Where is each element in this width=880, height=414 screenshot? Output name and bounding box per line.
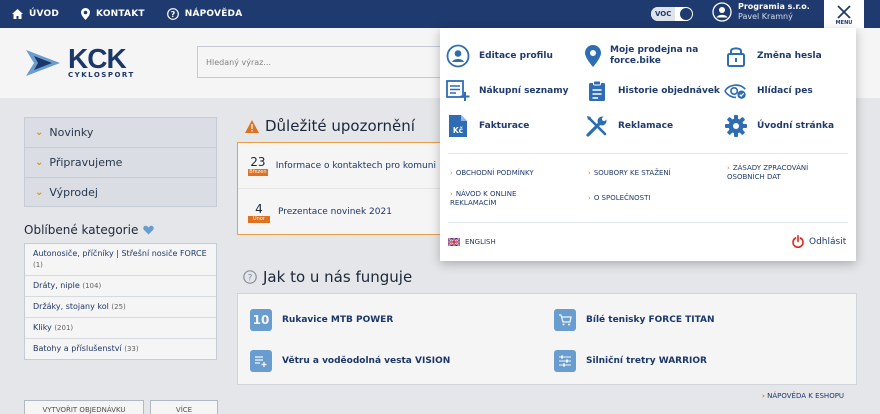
user-avatar-icon xyxy=(712,2,732,22)
eye-icon xyxy=(724,79,748,103)
menu-item-edit-profile[interactable]: Editace profilu xyxy=(446,44,553,68)
menu-item-label: Nákupní seznamy xyxy=(479,85,569,96)
menu-item-label: Úvodní stránka xyxy=(757,120,835,131)
home-link[interactable]: ÚVOD xyxy=(12,9,59,19)
svg-text:?: ? xyxy=(170,10,175,19)
menu-item-order-history[interactable]: Historie objednávek xyxy=(585,79,720,103)
chevron-right-icon: › xyxy=(450,169,453,177)
tools-icon xyxy=(585,114,609,138)
menu-divider xyxy=(448,222,848,223)
menu-item-my-store[interactable]: Moje prodejna na force.bike xyxy=(585,44,705,68)
contact-label: KONTAKT xyxy=(96,9,145,19)
chevron-right-icon: › xyxy=(588,194,591,202)
voc-label: VOC xyxy=(651,7,676,21)
menu-item-label: Fakturace xyxy=(479,120,530,131)
menu-label: MENU xyxy=(835,19,853,26)
chevron-right-icon: › xyxy=(588,169,591,177)
menu-item-label: Hlídací pes xyxy=(757,85,813,96)
lock-icon xyxy=(724,44,748,68)
language-label: ENGLISH xyxy=(465,238,496,246)
voc-toggle[interactable]: VOC xyxy=(651,7,693,21)
link-about[interactable]: › O SPOLEČNOSTI xyxy=(588,194,650,203)
menu-item-label: Reklamace xyxy=(618,120,674,131)
menu-divider xyxy=(448,153,848,154)
link-label: SOUBORY KE STAŽENÍ xyxy=(593,169,671,177)
menu-close-button[interactable]: MENU xyxy=(824,0,864,30)
uk-flag-icon xyxy=(448,238,460,246)
home-label: ÚVOD xyxy=(29,9,60,19)
menu-item-change-password[interactable]: Změna hesla xyxy=(724,44,822,68)
link-downloads[interactable]: › SOUBORY KE STAŽENÍ xyxy=(588,169,671,178)
chevron-right-icon: › xyxy=(727,164,730,172)
link-label: NÁVOD K ONLINE REKLAMACÍM xyxy=(450,190,517,207)
menu-item-label: Moje prodejna na force.bike xyxy=(610,45,699,66)
link-privacy[interactable]: › ZÁSADY ZPRACOVÁNÍ OSOBNÍCH DAT xyxy=(727,164,837,182)
menu-item-homepage[interactable]: Úvodní stránka xyxy=(724,114,834,138)
power-icon xyxy=(792,235,804,248)
gear-icon xyxy=(724,114,748,138)
contact-link[interactable]: KONTAKT xyxy=(81,8,145,20)
link-label: ZÁSADY ZPRACOVÁNÍ OSOBNÍCH DAT xyxy=(727,164,809,181)
user-menu-dropdown: Editace profilu Moje prodejna na force.b… xyxy=(440,28,856,261)
menu-item-shopping-lists[interactable]: Nákupní seznamy xyxy=(446,79,569,103)
invoice-icon: Kč xyxy=(446,114,470,138)
top-bar: ÚVOD KONTAKT ? NÁPOVĚDA VOC Programia s.… xyxy=(0,0,880,30)
menu-item-label: Editace profilu xyxy=(479,50,553,61)
user-account[interactable]: Programia s.r.o. Pavel Kramný xyxy=(712,2,810,22)
list-add-icon xyxy=(446,79,470,103)
user-company: Programia s.r.o. xyxy=(738,2,810,11)
menu-item-label: Historie objednávek xyxy=(618,85,720,96)
user-icon xyxy=(446,44,470,68)
chevron-right-icon: › xyxy=(450,190,453,198)
logout-label: Odhlásit xyxy=(809,236,847,247)
menu-item-label: Změna hesla xyxy=(757,50,822,61)
svg-text:Kč: Kč xyxy=(453,126,464,135)
menu-item-complaints[interactable]: Reklamace xyxy=(585,114,673,138)
language-switch[interactable]: ENGLISH xyxy=(448,238,496,246)
link-label: O SPOLEČNOSTI xyxy=(593,194,651,202)
help-label: NÁPOVĚDA xyxy=(184,9,243,19)
menu-item-watchdog[interactable]: Hlídací pes xyxy=(724,79,813,103)
voc-toggle-knob xyxy=(680,8,692,20)
user-name: Pavel Kramný xyxy=(738,12,793,21)
link-complaint-guide[interactable]: › NÁVOD K ONLINE REKLAMACÍM xyxy=(450,190,560,208)
home-icon xyxy=(12,9,23,19)
logout-button[interactable]: Odhlásit xyxy=(792,235,846,248)
help-link-top[interactable]: ? NÁPOVĚDA xyxy=(166,8,243,20)
clipboard-icon xyxy=(585,79,609,103)
question-icon: ? xyxy=(166,8,179,20)
location-pin-icon xyxy=(81,8,91,20)
link-terms[interactable]: › OBCHODNÍ PODMÍNKY xyxy=(450,169,534,178)
close-icon xyxy=(837,4,851,19)
location-icon xyxy=(585,44,602,68)
link-label: OBCHODNÍ PODMÍNKY xyxy=(455,169,534,177)
menu-item-invoicing[interactable]: Kč Fakturace xyxy=(446,114,529,138)
